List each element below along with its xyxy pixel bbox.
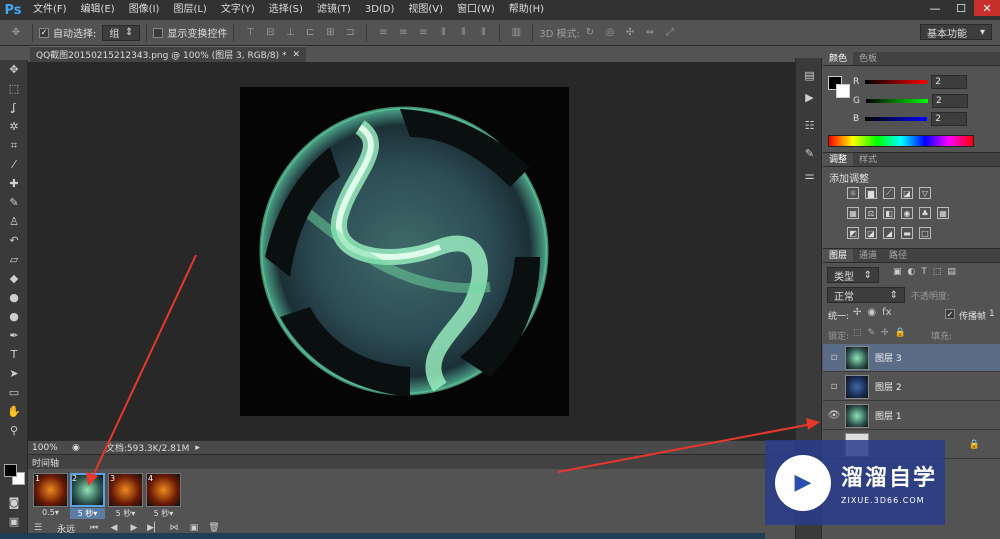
watermark-logo-icon: ▶ [775,454,831,511]
arrowhead [86,472,98,486]
taskbar-strip [0,533,765,539]
arrow-to-frame [91,254,197,479]
watermark: ▶ 溜溜自学 ZIXUE.3D66.COM [765,440,945,525]
watermark-url: ZIXUE.3D66.COM [841,496,925,505]
watermark-title: 溜溜自学 [841,466,938,491]
arrowhead [806,418,820,430]
watermark-text: 溜溜自学 ZIXUE.3D66.COM [841,460,937,505]
